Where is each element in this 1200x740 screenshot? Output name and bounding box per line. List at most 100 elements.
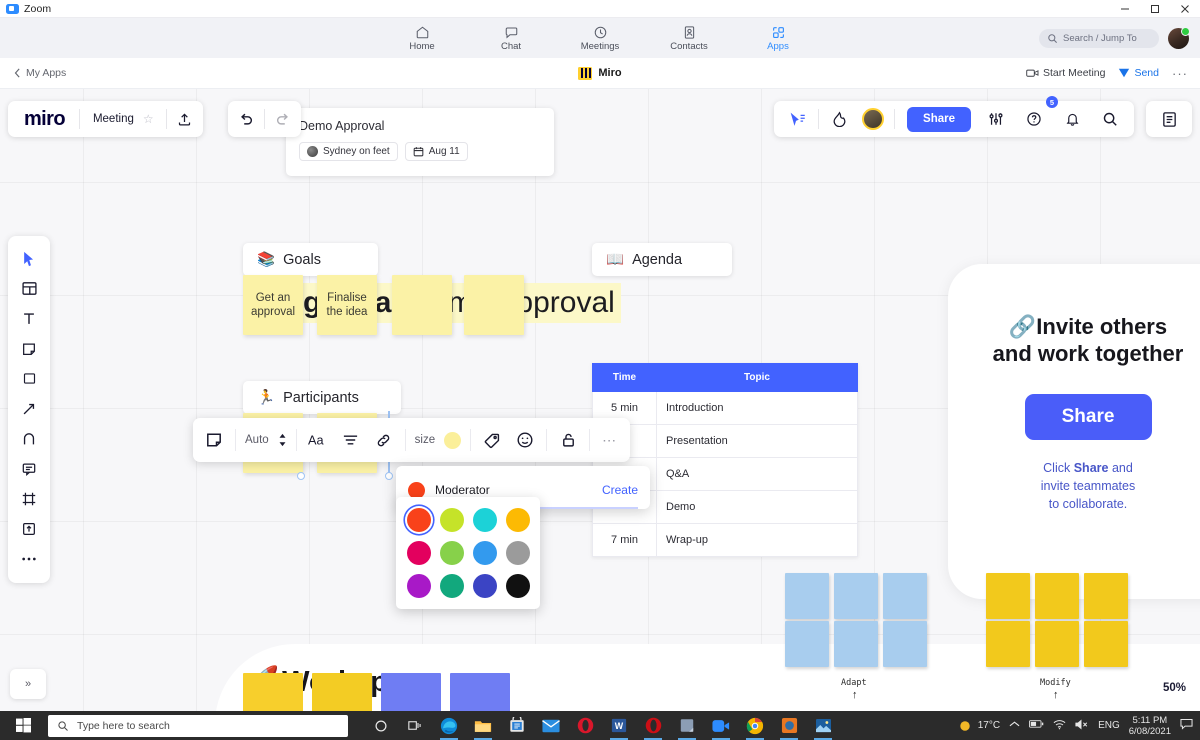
more-tools[interactable] [12, 544, 46, 573]
lock-icon[interactable] [556, 428, 580, 452]
cluster-note[interactable] [785, 621, 829, 667]
miro-taskbar-icon[interactable] [774, 711, 804, 740]
zoom-level-label[interactable]: 50% [1163, 682, 1186, 694]
search-icon[interactable] [1092, 101, 1128, 137]
select-tool[interactable] [12, 244, 46, 273]
edge-icon[interactable] [434, 711, 464, 740]
miro-canvas[interactable]: 🔗Invite others and work together Share C… [0, 89, 1200, 711]
section-pill-participants[interactable]: 🏃 Participants [243, 381, 401, 414]
section-pill-goals[interactable]: 📚 Goals [243, 243, 378, 276]
line-tool[interactable] [12, 394, 46, 423]
language-indicator[interactable]: ENG [1098, 720, 1120, 731]
tag-create-button[interactable]: Create [602, 483, 638, 497]
templates-tool[interactable] [12, 274, 46, 303]
tag-swatch-magenta[interactable] [407, 541, 431, 565]
cortana-icon[interactable] [366, 711, 396, 740]
tag-swatch-black[interactable] [506, 574, 530, 598]
mail-icon[interactable] [536, 711, 566, 740]
cursor-share-icon[interactable] [780, 101, 816, 137]
tag-swatch-green[interactable] [440, 541, 464, 565]
sticky-note-icon[interactable] [202, 428, 226, 452]
sticky-notes-icon[interactable] [672, 711, 702, 740]
goal-sticky-4[interactable] [464, 275, 524, 335]
selection-handle-bottom[interactable] [385, 472, 393, 480]
help-icon[interactable]: 5 [1016, 96, 1058, 137]
cluster-note[interactable] [1035, 621, 1079, 667]
table-row[interactable]: 5 min Introduction [592, 391, 858, 425]
workspace-swatch-3[interactable] [381, 673, 441, 711]
approval-date-chip[interactable]: Aug 11 [404, 142, 468, 161]
tag-swatch-red-orange[interactable] [407, 508, 431, 532]
action-center-icon[interactable] [1180, 718, 1193, 733]
miro-logo[interactable]: miro [8, 108, 79, 131]
shape-tool[interactable] [12, 364, 46, 393]
tag-swatch-gray[interactable] [506, 541, 530, 565]
cluster-note[interactable] [986, 573, 1030, 619]
format-size-value[interactable]: Auto [245, 434, 269, 446]
miro-notes-toolbar[interactable] [1146, 101, 1192, 137]
goal-sticky-3[interactable] [392, 275, 452, 335]
user-avatar[interactable] [1168, 26, 1190, 49]
table-row[interactable]: 7 min Wrap-up [592, 523, 858, 557]
close-button[interactable] [1170, 0, 1200, 18]
upload-box-tool[interactable] [12, 514, 46, 543]
chrome-icon[interactable] [740, 711, 770, 740]
tag-swatch-cyan[interactable] [473, 508, 497, 532]
opera-icon[interactable] [638, 711, 668, 740]
demo-approval-card[interactable]: Demo Approval Sydney on feet Aug 11 [286, 108, 554, 176]
star-icon[interactable]: ☆ [143, 112, 166, 126]
table-row[interactable]: Presentation [592, 424, 858, 458]
workspace-swatch-2[interactable] [312, 673, 372, 711]
opera-gx-icon[interactable] [570, 711, 600, 740]
size-stepper[interactable] [278, 433, 287, 447]
board-name-label[interactable]: Meeting [80, 113, 143, 125]
font-size-icon[interactable]: Aa [306, 428, 330, 452]
goal-sticky-2[interactable]: Finalise the idea [317, 275, 377, 335]
notes-icon[interactable] [1151, 101, 1187, 137]
zoom-nav-chat[interactable]: Chat [483, 24, 539, 52]
text-tool[interactable] [12, 304, 46, 333]
pen-tool[interactable] [12, 424, 46, 453]
cluster-note[interactable] [1084, 573, 1128, 619]
cluster-note[interactable] [834, 621, 878, 667]
tag-swatch-purple[interactable] [407, 574, 431, 598]
zoom-nav-meetings[interactable]: Meetings [572, 24, 628, 52]
emoji-icon[interactable] [513, 428, 537, 452]
sticky-note-tool[interactable] [12, 334, 46, 363]
avatar[interactable] [862, 108, 885, 130]
section-pill-agenda[interactable]: 📖 Agenda [592, 243, 732, 276]
maximize-button[interactable] [1140, 0, 1170, 18]
battery-icon[interactable] [1029, 719, 1044, 732]
weather-widget[interactable]: 17°C [958, 719, 1000, 733]
collapse-panel-button[interactable]: » [10, 669, 46, 699]
frame-tool[interactable] [12, 484, 46, 513]
zoom-icon[interactable] [706, 711, 736, 740]
approval-owner-chip[interactable]: Sydney on feet [299, 142, 398, 161]
minimize-button[interactable] [1110, 0, 1140, 18]
taskbar-search-input[interactable]: Type here to search [48, 714, 348, 737]
comment-tool[interactable] [12, 454, 46, 483]
share-button[interactable]: Share [907, 106, 971, 132]
start-button[interactable] [0, 711, 46, 740]
photos-icon[interactable] [808, 711, 838, 740]
goal-sticky-1[interactable]: Get an approval [243, 275, 303, 335]
zoom-nav-apps[interactable]: Apps [750, 24, 806, 52]
fill-color-swatch[interactable] [444, 431, 462, 449]
redo-icon[interactable] [265, 101, 301, 137]
agenda-table[interactable]: Time Topic 5 min Introduction Presentati… [592, 363, 858, 557]
tray-expand-icon[interactable] [1009, 720, 1020, 731]
tag-swatch-lime[interactable] [440, 508, 464, 532]
zoom-nav-contacts[interactable]: Contacts [661, 24, 717, 52]
cluster-note[interactable] [1084, 621, 1128, 667]
flame-icon[interactable] [821, 101, 857, 137]
volume-muted-icon[interactable] [1075, 718, 1089, 733]
cluster-note[interactable] [834, 573, 878, 619]
cluster-note[interactable] [883, 573, 927, 619]
link-icon[interactable] [372, 428, 396, 452]
tag-icon[interactable] [480, 428, 504, 452]
undo-icon[interactable] [228, 101, 264, 137]
task-view-icon[interactable] [400, 711, 430, 740]
align-icon[interactable] [339, 428, 363, 452]
bell-icon[interactable] [1054, 101, 1090, 137]
tag-current-color-swatch[interactable] [408, 481, 425, 499]
